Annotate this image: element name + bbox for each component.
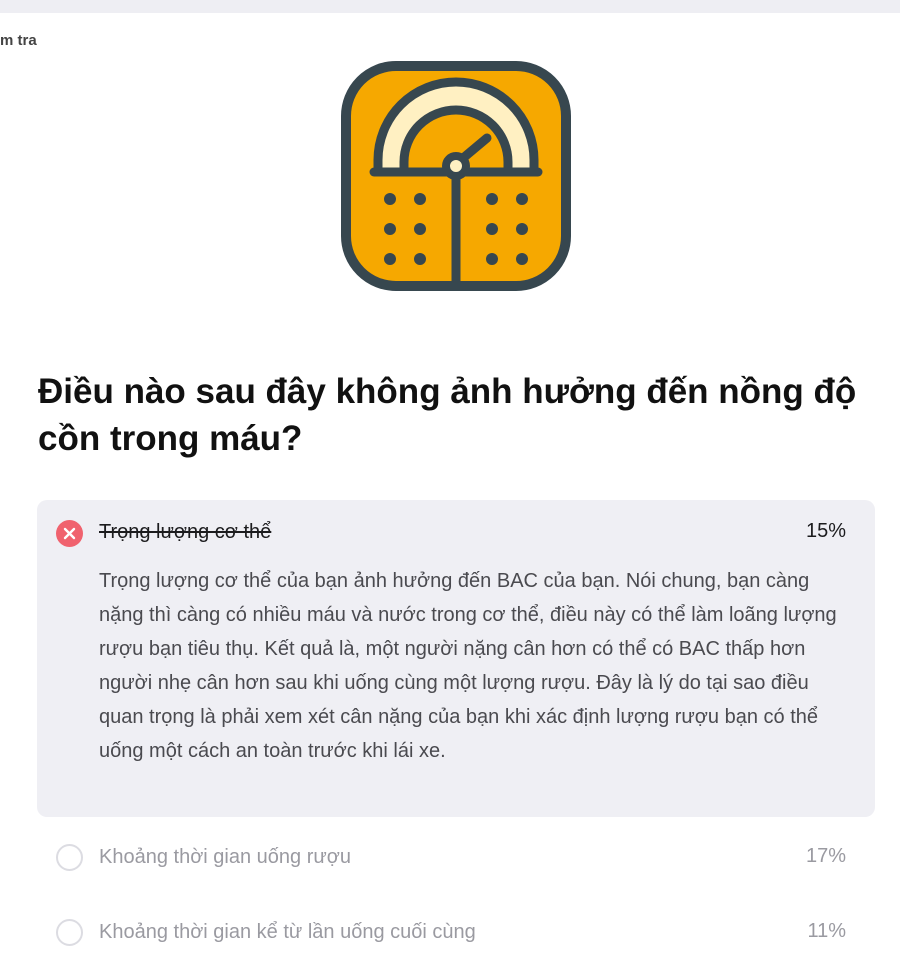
option-label: Trọng lượng cơ thể [99, 521, 272, 543]
radio-button[interactable] [56, 919, 83, 946]
option-row[interactable]: Khoảng thời gian kể từ lần uống cuối cùn… [37, 913, 875, 953]
option-label: Khoảng thời gian uống rượu [99, 846, 352, 868]
wrong-answer-icon [56, 520, 83, 547]
top-bar [0, 0, 900, 13]
breadcrumb[interactable]: m tra [0, 32, 37, 49]
weighing-scale-icon [340, 60, 572, 292]
question-title: Điều nào sau đây không ảnh hưởng đến nồn… [38, 372, 857, 458]
option-label: Khoảng thời gian kể từ lần uống cuối cùn… [99, 921, 476, 943]
option-selected-wrong[interactable]: Trọng lượng cơ thể 15% Trọng lượng cơ th… [37, 500, 875, 817]
option-percent: 11% [807, 920, 846, 942]
radio-button[interactable] [56, 844, 83, 871]
option-percent: 15% [805, 520, 846, 542]
option-row[interactable]: Khoảng thời gian uống rượu 17% [37, 838, 875, 878]
answer-explanation: Trọng lượng cơ thể của bạn ảnh hưởng đến… [99, 570, 837, 762]
option-percent: 17% [805, 845, 846, 867]
